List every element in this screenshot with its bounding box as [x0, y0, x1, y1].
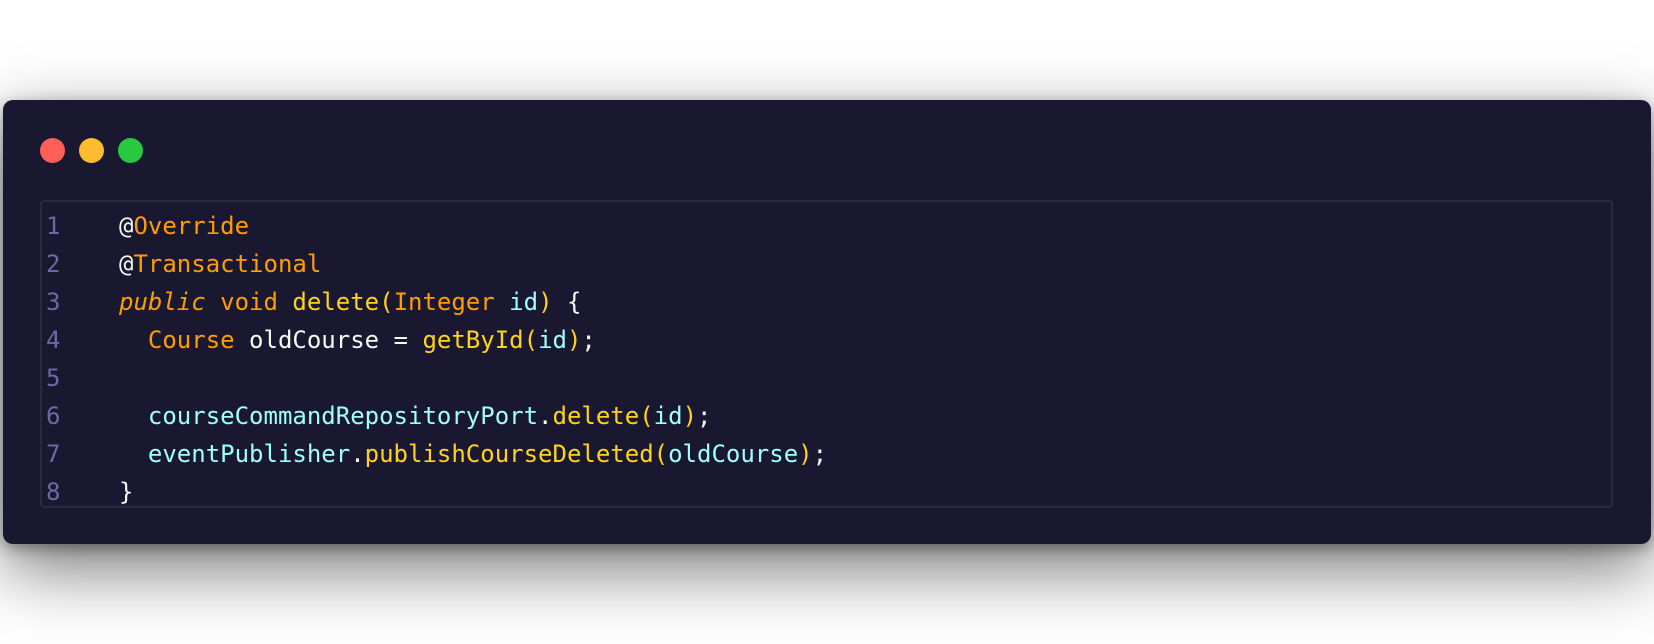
line-number: 4 [46, 326, 61, 354]
code-text: @Transactional [119, 245, 1611, 283]
minimize-button[interactable] [79, 137, 104, 163]
code-line: 6 courseCommandRepositoryPort.delete(id)… [42, 397, 1611, 435]
code-token: @ [119, 250, 134, 278]
code-token: ( [523, 326, 539, 354]
code-token: getById [422, 326, 524, 354]
code-line: 1 @Override [42, 207, 1611, 245]
code-token: id [653, 402, 683, 430]
line-number: 5 [46, 364, 61, 392]
code-text: eventPublisher.publishCourseDeleted(oldC… [119, 435, 1611, 473]
line-number: 1 [46, 212, 61, 240]
code-token: publishCourseDeleted [364, 440, 654, 468]
code-token: . [350, 440, 365, 468]
code-token: ; [581, 326, 596, 354]
code-token: . [538, 402, 553, 430]
code-line: 2 @Transactional [42, 245, 1611, 283]
code-token: courseCommandRepositoryPort [147, 402, 539, 430]
code-text: courseCommandRepositoryPort.delete(id); [119, 397, 1611, 435]
code-token: public [119, 288, 206, 316]
line-number: 3 [46, 288, 61, 316]
line-number: 6 [46, 402, 61, 430]
code-token: ) [798, 440, 813, 468]
code-token: ; [812, 440, 828, 468]
code-token: delete [552, 402, 640, 430]
code-token: Integer [393, 288, 495, 316]
code-token: { [552, 288, 582, 316]
code-token: } [119, 478, 134, 506]
code-token: oldCourse = [234, 326, 423, 354]
code-token: @ [119, 212, 134, 240]
code-token: ( [379, 288, 394, 316]
window-controls [40, 137, 143, 163]
code-line: 8} [42, 473, 1611, 506]
code-token: ) [538, 288, 553, 316]
code-text: } [119, 473, 1611, 506]
code-token: id [509, 288, 539, 316]
code-editor[interactable]: 1 @Override 2 @Transactional 3 public void de… [40, 200, 1613, 508]
code-line: 4 Course oldCourse = getById(id); [42, 321, 1611, 359]
code-line: 7 eventPublisher.publishCourseDeleted(ol… [42, 435, 1611, 473]
code-text: Course oldCourse = getById(id); [119, 321, 1611, 359]
code-token: ; [697, 402, 712, 430]
code-token: void [220, 288, 278, 316]
code-token: Course [147, 326, 235, 354]
code-token: Override [133, 212, 250, 240]
code-token: id [538, 326, 567, 354]
maximize-button[interactable] [118, 137, 143, 163]
code-line: 5 [42, 359, 1611, 397]
code-token: ) [566, 326, 582, 354]
close-button[interactable] [40, 137, 65, 163]
code-text: @Override [119, 207, 1611, 245]
line-number: 7 [46, 440, 61, 468]
code-window: 1 @Override 2 @Transactional 3 public void de… [3, 100, 1651, 544]
line-number: 8 [46, 478, 61, 506]
code-token: ( [639, 402, 654, 430]
code-token: ( [653, 440, 669, 468]
code-token: ) [682, 402, 698, 430]
code-token: oldCourse [668, 440, 799, 468]
code-text: public void delete(Integer id) { [119, 283, 1611, 321]
code-token: Transactional [133, 250, 322, 278]
code-token: delete [292, 288, 380, 316]
code-line: 3 public void delete(Integer id) { [42, 283, 1611, 321]
line-number: 2 [46, 250, 61, 278]
code-token: eventPublisher [147, 440, 351, 468]
